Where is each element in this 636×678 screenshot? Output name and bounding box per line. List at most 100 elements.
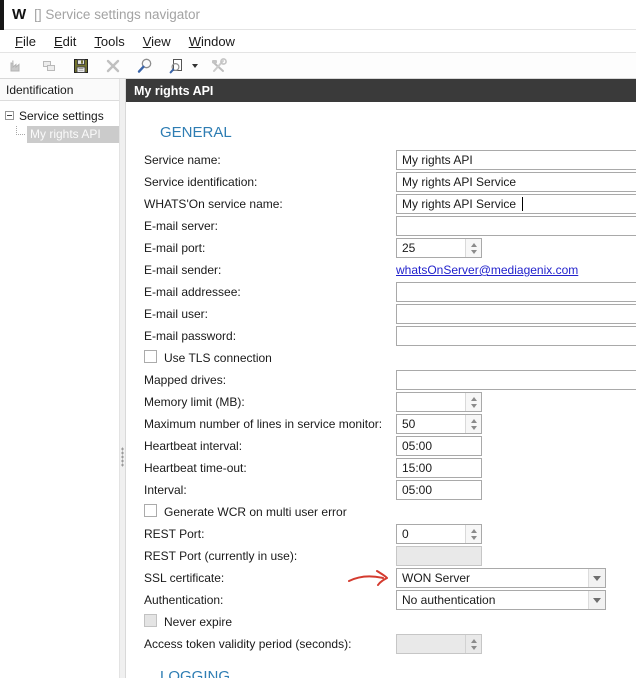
general-form: Service name: My rights API Service iden… xyxy=(126,149,636,655)
spin-down-icon xyxy=(470,403,477,408)
spin-up-icon xyxy=(470,638,477,643)
spinner-buttons[interactable] xyxy=(465,415,481,433)
search-document-dropdown-icon[interactable] xyxy=(192,63,198,68)
tree-item-service-settings[interactable]: Service settings xyxy=(0,106,119,125)
field-row-mapped-drives: Mapped drives: xyxy=(126,369,636,391)
email-sender-link[interactable]: whatsOnServer@mediagenix.com xyxy=(396,263,578,277)
field-row-whatson-service-name: WHATS'On service name: My rights API Ser… xyxy=(126,193,636,215)
app-logo-icon: W xyxy=(12,6,26,23)
field-row-rest-port-in-use: REST Port (currently in use): xyxy=(126,545,636,567)
section-general: GENERAL xyxy=(160,124,232,141)
email-server-input[interactable] xyxy=(396,216,636,236)
memory-limit-input[interactable] xyxy=(396,392,482,412)
service-settings-navigator-window: W [] Service settings navigator File Edi… xyxy=(0,0,636,678)
service-identification-input[interactable]: My rights API Service xyxy=(396,172,636,192)
interval-input[interactable]: 05:00 xyxy=(396,480,482,500)
rest-port-in-use-input xyxy=(396,546,482,566)
field-row-email-addressee: E-mail addressee: xyxy=(126,281,636,303)
menu-window[interactable]: Window xyxy=(180,32,244,51)
never-expire-checkbox xyxy=(144,614,157,627)
field-row-heartbeat-timeout: Heartbeat time-out: 15:00 xyxy=(126,457,636,479)
dropdown-arrow-icon[interactable] xyxy=(588,569,605,587)
tree-item-my-rights-api[interactable]: My rights API xyxy=(0,125,119,144)
spin-down-icon xyxy=(470,249,477,254)
panel-splitter[interactable] xyxy=(119,79,126,678)
field-row-max-lines: Maximum number of lines in service monit… xyxy=(126,413,636,435)
tools-icon[interactable] xyxy=(208,56,230,76)
field-row-ssl-certificate: SSL certificate: WON Server xyxy=(126,567,636,589)
heartbeat-timeout-input[interactable]: 15:00 xyxy=(396,458,482,478)
field-row-email-port: E-mail port: 25 xyxy=(126,237,636,259)
spin-down-icon xyxy=(470,645,477,650)
menu-edit[interactable]: Edit xyxy=(45,32,85,51)
identification-sidebar: Identification Service settings My right… xyxy=(0,79,119,678)
field-row-email-user: E-mail user: xyxy=(126,303,636,325)
search-document-icon[interactable] xyxy=(166,56,188,76)
red-arrow-annotation xyxy=(348,570,388,586)
heartbeat-interval-input[interactable]: 05:00 xyxy=(396,436,482,456)
spin-up-icon xyxy=(470,242,477,247)
field-row-email-password: E-mail password: xyxy=(126,325,636,347)
save-icon[interactable] xyxy=(70,56,92,76)
email-user-input[interactable] xyxy=(396,304,636,324)
field-row-heartbeat-interval: Heartbeat interval: 05:00 xyxy=(126,435,636,457)
service-tree: Service settings My rights API xyxy=(0,101,119,144)
menu-bar: File Edit Tools View Window xyxy=(0,30,636,53)
email-password-input[interactable] xyxy=(396,326,636,346)
max-lines-input[interactable]: 50 xyxy=(396,414,482,434)
field-row-service-name: Service name: My rights API xyxy=(126,149,636,171)
menu-file[interactable]: File xyxy=(6,32,45,51)
spinner-buttons[interactable] xyxy=(465,393,481,411)
sidebar-header: Identification xyxy=(0,79,119,101)
spin-up-icon xyxy=(470,418,477,423)
spin-up-icon xyxy=(470,396,477,401)
panel-title: My rights API xyxy=(126,79,636,102)
window-edge-strip xyxy=(0,0,4,30)
search-icon[interactable] xyxy=(134,56,156,76)
rest-port-input[interactable]: 0 xyxy=(396,524,482,544)
mapped-drives-input[interactable] xyxy=(396,370,636,390)
field-row-never-expire: Never expire xyxy=(126,611,636,633)
tree-collapse-icon[interactable] xyxy=(5,111,14,120)
spinner-buttons[interactable] xyxy=(465,239,481,257)
access-token-validity-input xyxy=(396,634,482,654)
field-row-interval: Interval: 05:00 xyxy=(126,479,636,501)
field-row-access-token-validity: Access token validity period (seconds): xyxy=(126,633,636,655)
spinner-buttons[interactable] xyxy=(465,525,481,543)
title-bar: W [] Service settings navigator xyxy=(0,0,636,30)
field-row-memory-limit: Memory limit (MB): xyxy=(126,391,636,413)
authentication-select[interactable]: No authentication xyxy=(396,590,606,610)
settings-panel: My rights API GENERAL Service name: My r… xyxy=(126,79,636,678)
field-row-use-tls: Use TLS connection xyxy=(126,347,636,369)
service-name-input[interactable]: My rights API xyxy=(396,150,636,170)
spin-down-icon xyxy=(470,535,477,540)
copy-boxes-icon[interactable] xyxy=(38,56,60,76)
whatson-service-name-input[interactable]: My rights API Service xyxy=(396,194,636,214)
delete-x-icon[interactable] xyxy=(102,56,124,76)
ssl-certificate-select[interactable]: WON Server xyxy=(396,568,606,588)
dropdown-arrow-icon[interactable] xyxy=(588,591,605,609)
field-row-email-server: E-mail server: xyxy=(126,215,636,237)
email-port-input[interactable]: 25 xyxy=(396,238,482,258)
window-title: [] Service settings navigator xyxy=(34,7,201,22)
menu-tools[interactable]: Tools xyxy=(85,32,133,51)
toolbar xyxy=(0,53,636,79)
use-tls-checkbox[interactable] xyxy=(144,350,157,363)
field-row-generate-wcr: Generate WCR on multi user error xyxy=(126,501,636,523)
spin-down-icon xyxy=(470,425,477,430)
field-row-service-identification: Service identification: My rights API Se… xyxy=(126,171,636,193)
field-row-authentication: Authentication: No authentication xyxy=(126,589,636,611)
text-cursor xyxy=(522,197,524,211)
email-addressee-input[interactable] xyxy=(396,282,636,302)
field-row-rest-port: REST Port: 0 xyxy=(126,523,636,545)
section-logging: LOGGING xyxy=(160,668,231,678)
factory-icon[interactable] xyxy=(6,56,28,76)
spinner-buttons xyxy=(465,635,481,653)
splitter-grip-icon[interactable] xyxy=(121,447,124,467)
tree-connector-icon xyxy=(16,126,25,135)
selected-tree-item[interactable]: My rights API xyxy=(27,126,119,143)
generate-wcr-checkbox[interactable] xyxy=(144,504,157,517)
field-row-email-sender: E-mail sender: whatsOnServer@mediagenix.… xyxy=(144,263,579,277)
spin-up-icon xyxy=(470,528,477,533)
menu-view[interactable]: View xyxy=(134,32,180,51)
